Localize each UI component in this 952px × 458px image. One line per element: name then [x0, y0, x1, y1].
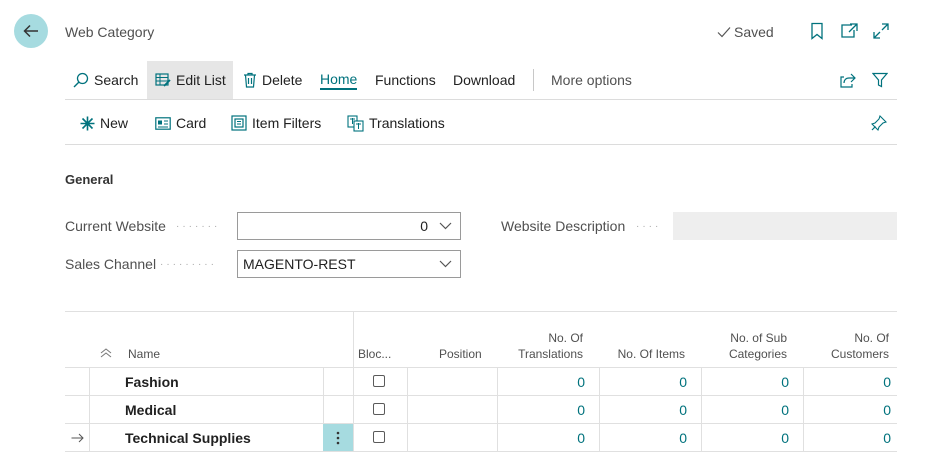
share-button[interactable] [840, 61, 856, 99]
label-leader-dots: ········· [160, 259, 217, 270]
table-row[interactable]: Technical Supplies 0 0 0 0 [65, 424, 897, 452]
row-sub-categories[interactable]: 0 [705, 374, 789, 390]
tab-download[interactable]: Download [453, 61, 515, 99]
website-description-label: Website Description [501, 218, 626, 234]
back-button[interactable] [14, 14, 48, 48]
tab-home[interactable]: Home [320, 61, 358, 99]
card-icon [155, 116, 171, 130]
row-name[interactable]: Technical Supplies [125, 430, 251, 446]
filter-button[interactable] [872, 61, 888, 99]
bookmark-icon [811, 22, 823, 40]
search-button[interactable]: Search [73, 61, 138, 99]
column-no-sub-categories[interactable]: No. of Sub Categories [705, 330, 787, 362]
row-customers[interactable]: 0 [807, 374, 891, 390]
row-translations[interactable]: 0 [501, 402, 585, 418]
row-name[interactable]: Fashion [125, 374, 179, 390]
column-no-translations[interactable]: No. Of Translations [505, 330, 583, 362]
filter-icon [872, 72, 888, 88]
chevron-down-icon [439, 222, 452, 230]
column-no-items[interactable]: No. Of Items [605, 346, 685, 362]
label-leader-dots: ···· [636, 221, 662, 232]
edit-list-icon [155, 73, 171, 87]
current-website-label: Current Website [65, 218, 166, 234]
row-name[interactable]: Medical [125, 402, 176, 418]
row-blocked-checkbox[interactable] [373, 431, 385, 443]
column-no-customers[interactable]: No. Of Customers [809, 330, 889, 362]
search-icon [73, 72, 89, 88]
saved-status: Saved [717, 24, 774, 40]
checkmark-icon [717, 27, 731, 38]
current-website-field[interactable]: 0 [237, 212, 461, 240]
table-row[interactable]: Fashion 0 0 0 0 [65, 368, 897, 396]
column-position[interactable]: Position [439, 346, 482, 362]
action-bar: Search Edit List Delete Home Functions D… [65, 61, 897, 100]
row-translations[interactable]: 0 [501, 430, 585, 446]
tab-functions[interactable]: Functions [375, 61, 436, 99]
back-arrow-icon [23, 24, 38, 38]
table-row[interactable]: Medical 0 0 0 0 [65, 396, 897, 424]
new-icon [80, 116, 95, 130]
row-items[interactable]: 0 [603, 430, 687, 446]
action-separator [533, 69, 534, 91]
more-options-button[interactable]: More options [551, 61, 632, 99]
sub-action-bar: New Card Item Filters Translations [65, 104, 897, 145]
pin-icon [871, 115, 887, 131]
collapse-icon[interactable] [100, 348, 112, 358]
more-dots-icon [336, 431, 340, 444]
row-customers[interactable]: 0 [807, 430, 891, 446]
translations-icon [347, 114, 364, 132]
edit-list-button[interactable]: Edit List [147, 61, 233, 99]
card-button[interactable]: Card [155, 104, 206, 142]
grid-header: Name Bloc... Position No. Of Translation… [65, 311, 897, 368]
sales-channel-label: Sales Channel [65, 256, 157, 272]
chevron-down-icon [439, 260, 452, 268]
column-blocked[interactable]: Bloc... [358, 346, 391, 362]
row-items[interactable]: 0 [603, 374, 687, 390]
row-blocked-checkbox[interactable] [373, 403, 385, 415]
column-name[interactable]: Name [128, 346, 160, 362]
page-title: Web Category [65, 24, 155, 40]
bookmark-button[interactable] [807, 21, 827, 41]
section-title-general: General [65, 172, 114, 187]
translations-button[interactable]: Translations [347, 104, 445, 142]
row-customers[interactable]: 0 [807, 402, 891, 418]
row-blocked-checkbox[interactable] [373, 375, 385, 387]
saved-label: Saved [734, 24, 774, 40]
item-filters-button[interactable]: Item Filters [231, 104, 321, 142]
expand-button[interactable] [871, 21, 891, 41]
row-actions-button[interactable] [323, 424, 353, 451]
delete-button[interactable]: Delete [243, 61, 302, 99]
sales-channel-field[interactable]: MAGENTO-REST [237, 250, 461, 278]
pin-button[interactable] [871, 104, 887, 142]
open-new-window-icon [841, 23, 858, 38]
row-translations[interactable]: 0 [501, 374, 585, 390]
expand-icon [873, 23, 889, 39]
new-button[interactable]: New [80, 104, 128, 142]
row-items[interactable]: 0 [603, 402, 687, 418]
website-description-field [673, 212, 897, 240]
delete-icon [244, 72, 256, 88]
open-new-window-button[interactable] [839, 21, 859, 41]
row-sub-categories[interactable]: 0 [705, 430, 789, 446]
row-arrow-icon [71, 433, 84, 443]
item-filters-icon [231, 115, 247, 131]
row-sub-categories[interactable]: 0 [705, 402, 789, 418]
share-icon [840, 73, 856, 88]
label-leader-dots: ······· [176, 221, 221, 232]
